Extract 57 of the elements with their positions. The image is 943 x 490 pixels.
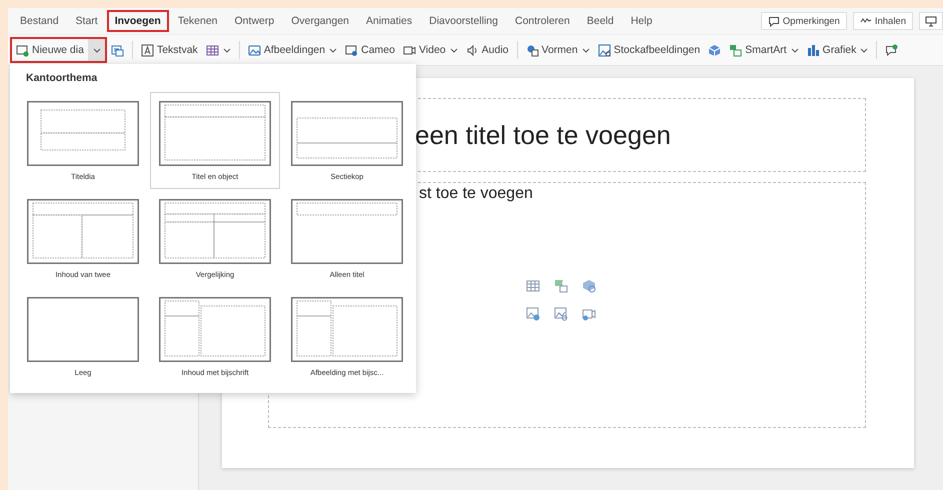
- menu-tab[interactable]: Controleren: [506, 10, 578, 32]
- new-slide-split-button[interactable]: Nieuwe dia: [10, 37, 107, 63]
- caret-icon: [790, 46, 799, 54]
- menu-tab[interactable]: Tekenen: [170, 10, 226, 32]
- toolbar-button[interactable]: SmartArt: [725, 40, 803, 60]
- dropdown-toggle[interactable]: [88, 39, 105, 61]
- menu-tab[interactable]: Beeld: [578, 10, 622, 32]
- caret-icon: [582, 46, 590, 54]
- speech-bubble-icon: [768, 15, 780, 27]
- toolbar-button[interactable]: Video: [398, 40, 462, 60]
- toolbar-button[interactable]: Afbeeldingen: [244, 40, 342, 60]
- menu-tab[interactable]: Ontwerp: [226, 10, 282, 32]
- video-camera-icon: [402, 44, 416, 56]
- new-slide-button[interactable]: Nieuwe dia: [12, 39, 88, 61]
- toolbar-button[interactable]: Grafiek: [802, 40, 872, 60]
- comment-add-icon: [885, 44, 898, 56]
- toolbar-button[interactable]: Stockafbeeldingen: [594, 40, 704, 60]
- menu-tab[interactable]: Bestand: [12, 10, 67, 32]
- toolbar-button[interactable]: Cameo: [341, 40, 399, 60]
- menu-tab[interactable]: Animaties: [358, 10, 420, 32]
- toolbar-button[interactable]: Audio: [462, 40, 513, 60]
- table-icon: [206, 44, 219, 56]
- picture-icon: [248, 44, 261, 56]
- bar-chart-icon: [806, 44, 820, 56]
- present-button[interactable]: [919, 12, 943, 30]
- menu-tab[interactable]: Invoegen: [106, 10, 169, 32]
- cube-icon: [708, 44, 722, 56]
- reuse-slides-icon: [110, 44, 124, 56]
- shapes-icon: [526, 44, 539, 56]
- text-box-icon: [140, 44, 154, 56]
- menu-tab[interactable]: Overgangen: [283, 10, 357, 32]
- picture-icon[interactable]: [526, 307, 540, 321]
- placeholder-text: een titel toe te voegen: [415, 120, 671, 150]
- monitor-icon: [925, 15, 937, 27]
- gallery-heading: Kantoorthema: [25, 72, 98, 86]
- caret-icon: [450, 46, 458, 54]
- new-slide-icon: [16, 44, 29, 56]
- toolbar-button[interactable]: Tekstvak: [136, 40, 202, 60]
- menu-tab[interactable]: Help: [622, 10, 660, 32]
- caret-icon: [92, 46, 101, 54]
- placeholder-text: st toe te voegen: [419, 185, 534, 203]
- cube-icon[interactable]: [582, 279, 596, 293]
- speaker-icon: [466, 44, 479, 56]
- video-icon[interactable]: [582, 307, 596, 321]
- toolbar-button[interactable]: Vormen: [522, 40, 594, 60]
- stock-images-icon[interactable]: [554, 307, 568, 321]
- header-button[interactable]: Inhalen: [852, 12, 913, 30]
- caret-icon: [329, 46, 338, 54]
- table-icon[interactable]: [526, 279, 540, 293]
- menu-tab[interactable]: Start: [68, 10, 106, 32]
- smartart-icon: [729, 44, 742, 56]
- menu-tab[interactable]: Diavoorstelling: [421, 10, 506, 32]
- caret-icon: [860, 46, 868, 54]
- caret-icon: [222, 46, 231, 54]
- header-button[interactable]: Opmerkingen: [760, 12, 847, 30]
- smartart-icon[interactable]: [554, 279, 568, 293]
- stock-images-icon: [598, 44, 611, 56]
